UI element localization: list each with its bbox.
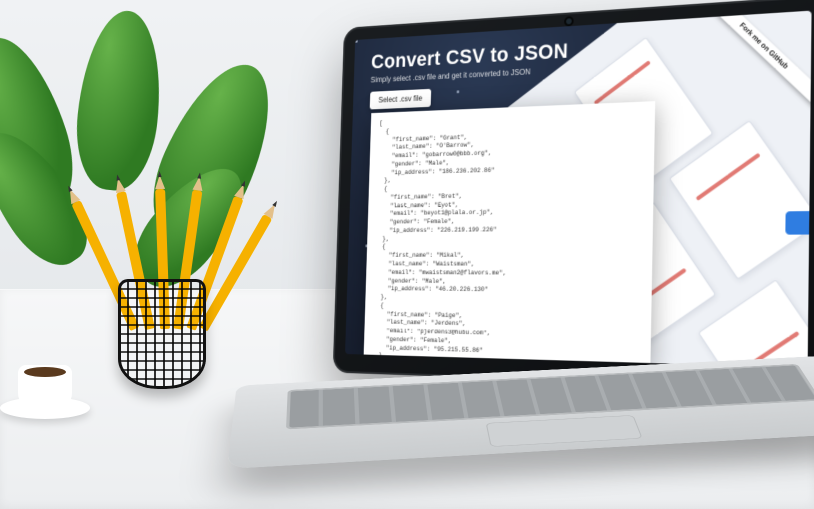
json-output-text[interactable]: [ { "first_name": "Grant", "last_name": … [369,110,645,368]
screen-bezel: Fork me on GitHub Convert CSV to JSON Si… [333,0,814,390]
github-ribbon[interactable]: Fork me on GitHub [685,11,812,141]
webcam-icon [566,18,572,24]
laptop: Fork me on GitHub Convert CSV to JSON Si… [250,10,814,500]
scene-background: Fork me on GitHub Convert CSV to JSON Si… [0,0,814,509]
laptop-base [227,355,814,469]
app-screen: Fork me on GitHub Convert CSV to JSON Si… [345,11,812,368]
side-tab-icon [785,211,809,235]
json-output-panel: [ { "first_name": "Grant", "last_name": … [364,101,656,367]
select-file-button[interactable]: Select .csv file [370,89,432,110]
github-ribbon-label: Fork me on GitHub [697,11,812,112]
